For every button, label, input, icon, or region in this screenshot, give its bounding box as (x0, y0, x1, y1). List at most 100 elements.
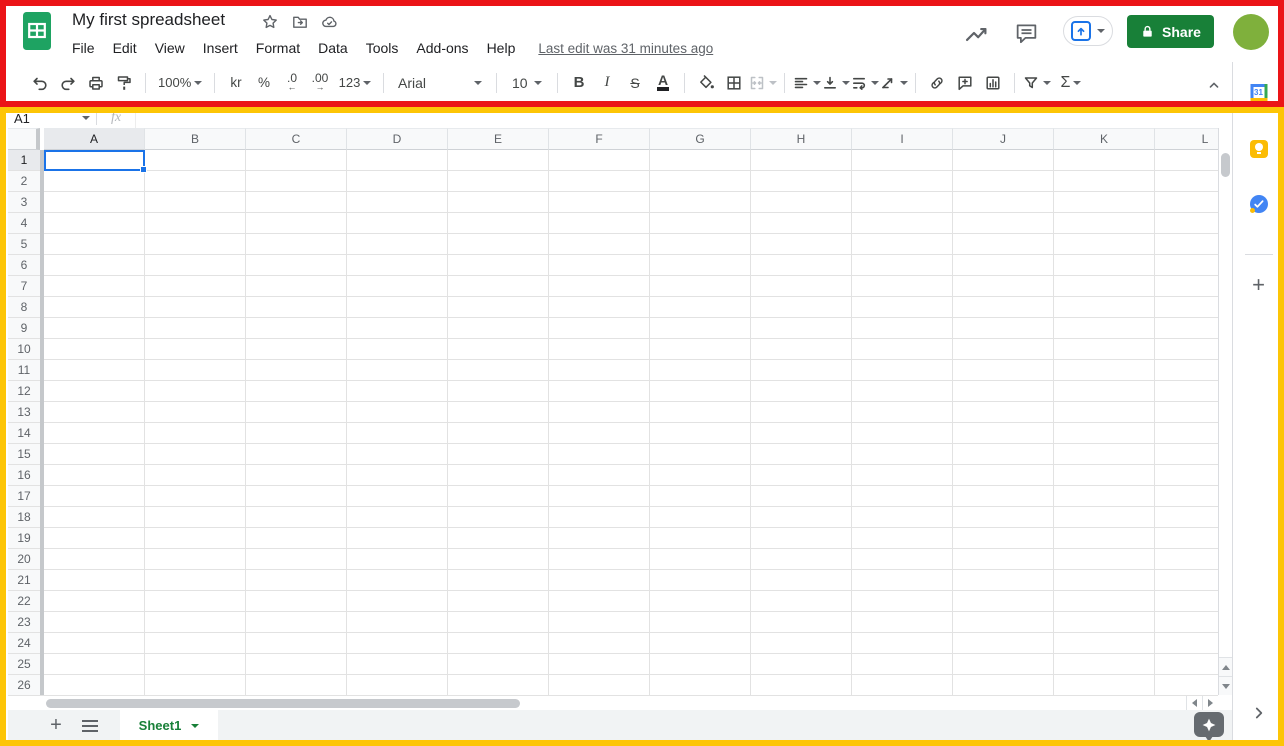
insert-link-button[interactable] (923, 69, 951, 97)
menu-item-help[interactable]: Help (478, 40, 525, 56)
paint-format-button[interactable] (110, 69, 138, 97)
menu-item-addons[interactable]: Add-ons (407, 40, 477, 56)
text-rotation-button[interactable] (879, 69, 908, 97)
strikethrough-button[interactable]: S (621, 69, 649, 97)
row-header-7[interactable]: 7 (8, 276, 40, 297)
row-header-13[interactable]: 13 (8, 402, 40, 423)
row-header-23[interactable]: 23 (8, 612, 40, 633)
row-header-10[interactable]: 10 (8, 339, 40, 360)
text-wrap-button[interactable] (850, 69, 879, 97)
column-header-h[interactable]: H (751, 128, 852, 150)
menu-item-view[interactable]: View (146, 40, 194, 56)
move-folder-icon[interactable] (291, 13, 309, 31)
account-avatar[interactable] (1233, 14, 1269, 50)
keep-icon[interactable] (1249, 140, 1268, 158)
row-header-11[interactable]: 11 (8, 360, 40, 381)
merge-cells-button[interactable] (748, 69, 777, 97)
vertical-align-button[interactable] (821, 69, 850, 97)
format-percent-button[interactable]: % (250, 69, 278, 97)
activity-trend-icon[interactable] (963, 20, 989, 46)
hide-side-panel-button[interactable] (1250, 704, 1268, 722)
row-header-20[interactable]: 20 (8, 549, 40, 570)
row-header-14[interactable]: 14 (8, 423, 40, 444)
scroll-up-button[interactable] (1219, 657, 1232, 676)
zoom-select[interactable]: 100% (153, 69, 207, 97)
row-header-12[interactable]: 12 (8, 381, 40, 402)
insert-chart-button[interactable] (979, 69, 1007, 97)
get-add-ons-button[interactable]: + (1252, 274, 1265, 296)
menu-item-data[interactable]: Data (309, 40, 357, 56)
format-currency-button[interactable]: kr (222, 69, 250, 97)
star-icon[interactable] (261, 13, 279, 31)
column-header-j[interactable]: J (953, 128, 1054, 150)
row-header-22[interactable]: 22 (8, 591, 40, 612)
fill-color-button[interactable] (692, 69, 720, 97)
column-header-b[interactable]: B (145, 128, 246, 150)
last-edit-link[interactable]: Last edit was 31 minutes ago (538, 41, 713, 56)
present-button[interactable] (1063, 16, 1113, 46)
row-header-19[interactable]: 19 (8, 528, 40, 549)
column-header-l[interactable]: L (1155, 128, 1218, 150)
number-format-button[interactable]: 123 (334, 69, 376, 97)
italic-button[interactable]: I (593, 69, 621, 97)
borders-button[interactable] (720, 69, 748, 97)
cell-grid[interactable] (44, 150, 1218, 695)
document-title[interactable]: My first spreadsheet (72, 10, 225, 30)
row-header-1[interactable]: 1 (8, 150, 40, 171)
column-header-g[interactable]: G (650, 128, 751, 150)
horizontal-scrollbar-thumb[interactable] (46, 699, 520, 708)
fill-handle[interactable] (140, 166, 147, 173)
row-header-24[interactable]: 24 (8, 633, 40, 654)
vertical-scrollbar[interactable] (1218, 128, 1232, 695)
menu-item-tools[interactable]: Tools (357, 40, 408, 56)
row-header-5[interactable]: 5 (8, 234, 40, 255)
horizontal-align-button[interactable] (792, 69, 821, 97)
column-header-k[interactable]: K (1054, 128, 1155, 150)
row-header-21[interactable]: 21 (8, 570, 40, 591)
filter-button[interactable] (1022, 69, 1051, 97)
sheet-tab-sheet1[interactable]: Sheet1 (120, 710, 218, 741)
cloud-saved-icon[interactable] (320, 13, 338, 31)
print-button[interactable] (82, 69, 110, 97)
column-header-e[interactable]: E (448, 128, 549, 150)
select-all-corner[interactable] (8, 128, 40, 150)
column-header-a[interactable]: A (44, 128, 145, 150)
column-header-c[interactable]: C (246, 128, 347, 150)
row-header-26[interactable]: 26 (8, 675, 40, 695)
explore-button[interactable] (1194, 712, 1224, 742)
vertical-scrollbar-thumb[interactable] (1221, 153, 1230, 177)
bold-button[interactable]: B (565, 69, 593, 97)
column-header-f[interactable]: F (549, 128, 650, 150)
scroll-down-button[interactable] (1219, 676, 1232, 695)
scroll-left-button[interactable] (1186, 696, 1202, 710)
row-header-2[interactable]: 2 (8, 171, 40, 192)
increase-decimals-button[interactable]: .00 → (306, 69, 334, 97)
decrease-decimals-button[interactable]: .0 ← (278, 69, 306, 97)
name-box[interactable]: A1 (8, 108, 96, 128)
formula-input[interactable] (135, 108, 1232, 128)
menu-item-edit[interactable]: Edit (104, 40, 146, 56)
row-header-18[interactable]: 18 (8, 507, 40, 528)
row-header-15[interactable]: 15 (8, 444, 40, 465)
row-header-6[interactable]: 6 (8, 255, 40, 276)
row-header-16[interactable]: 16 (8, 465, 40, 486)
row-header-4[interactable]: 4 (8, 213, 40, 234)
sheets-logo-icon[interactable] (22, 11, 52, 51)
add-sheet-button[interactable]: + (42, 712, 70, 740)
calendar-icon[interactable]: 31 (1250, 84, 1267, 101)
font-size-select[interactable]: 10 (504, 69, 550, 97)
all-sheets-button[interactable] (76, 712, 104, 740)
menu-item-insert[interactable]: Insert (194, 40, 247, 56)
row-header-25[interactable]: 25 (8, 654, 40, 675)
menu-item-file[interactable]: File (63, 40, 104, 56)
font-family-select[interactable]: Arial (391, 69, 489, 97)
column-header-d[interactable]: D (347, 128, 448, 150)
row-header-17[interactable]: 17 (8, 486, 40, 507)
row-header-9[interactable]: 9 (8, 318, 40, 339)
row-header-8[interactable]: 8 (8, 297, 40, 318)
collapse-toolbar-button[interactable] (1202, 73, 1226, 97)
redo-button[interactable] (54, 69, 82, 97)
insert-comment-button[interactable] (951, 69, 979, 97)
menu-item-format[interactable]: Format (247, 40, 309, 56)
horizontal-scrollbar[interactable] (8, 695, 1218, 710)
